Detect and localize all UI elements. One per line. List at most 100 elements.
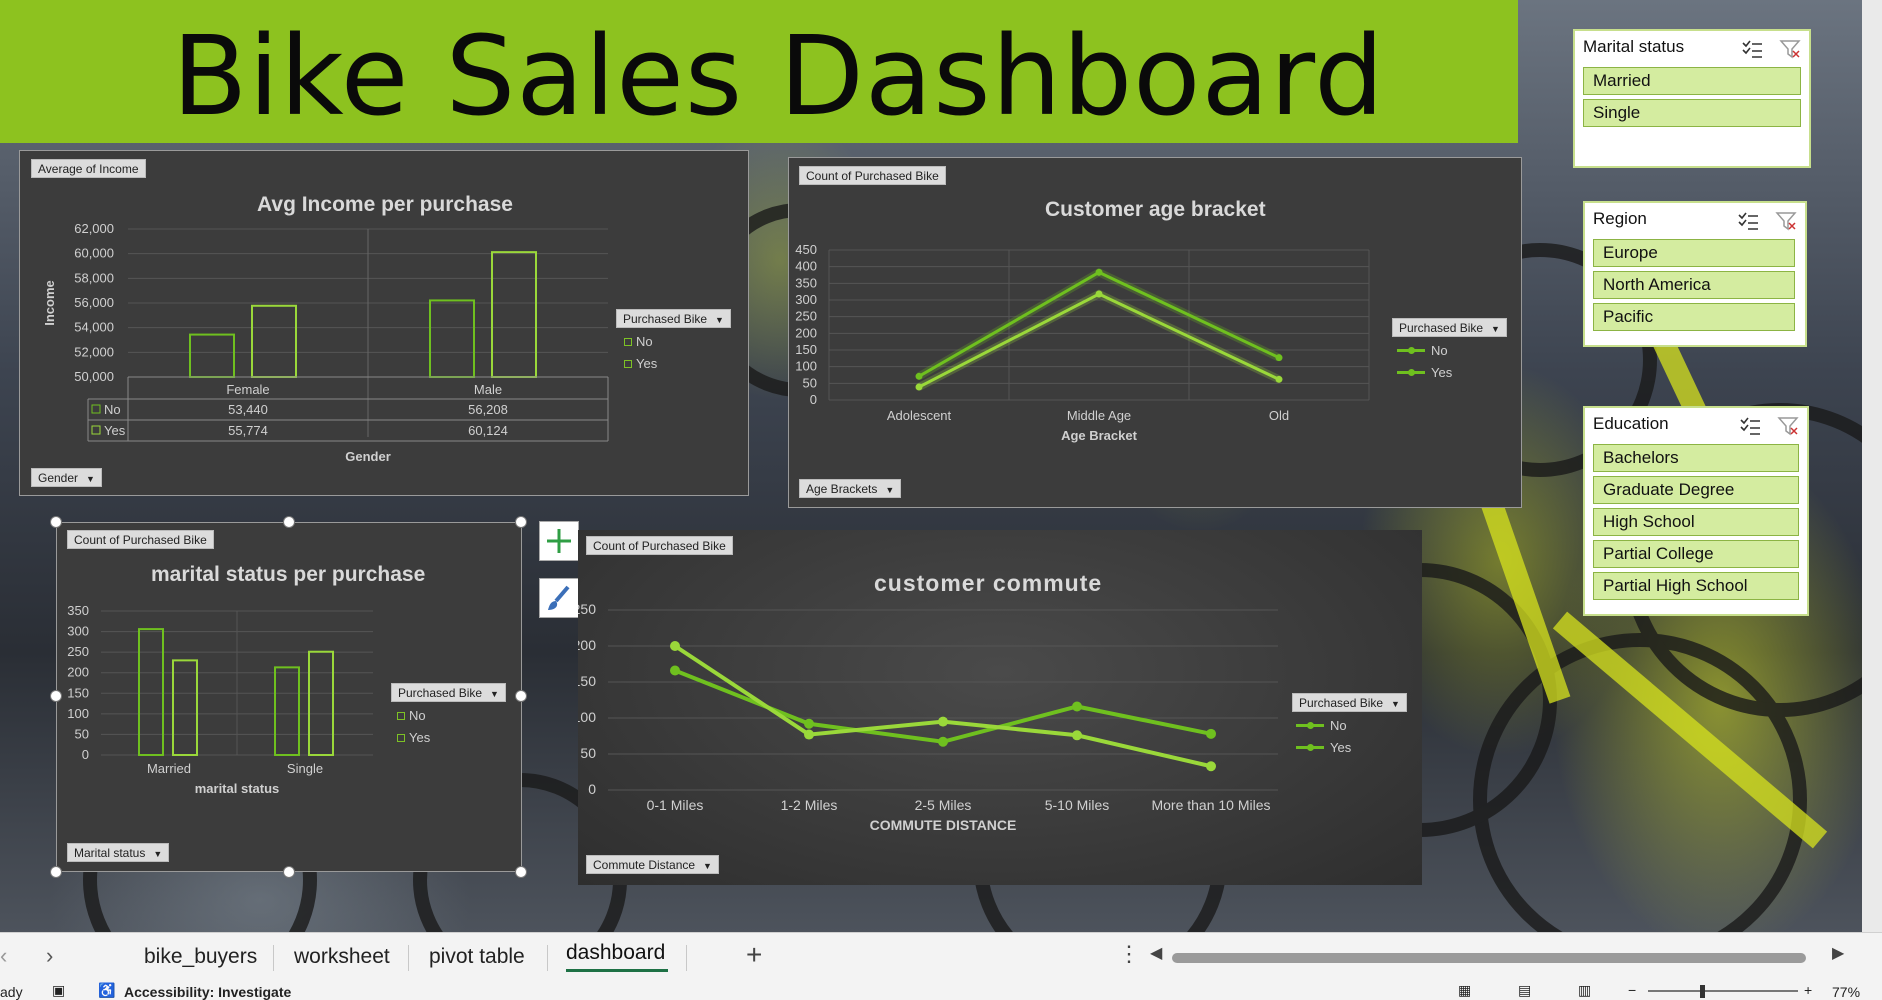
resize-handle[interactable]: [283, 866, 295, 878]
marital-status-slicer[interactable]: Marital status Married Single: [1573, 29, 1811, 168]
page-break-icon[interactable]: ▥: [1578, 982, 1591, 999]
y-tick-label: 60,000: [74, 246, 114, 261]
zoom-level[interactable]: 77%: [1832, 984, 1860, 1000]
purchased-bike-filter-button[interactable]: Purchased Bike ▼: [1292, 693, 1407, 712]
hscroll-right-icon[interactable]: ▶: [1832, 943, 1844, 963]
accessibility-icon[interactable]: ♿: [98, 982, 115, 999]
legend-item-yes: Yes: [1397, 365, 1452, 380]
field-label: Count of Purchased Bike: [74, 533, 207, 547]
slicer-item-europe[interactable]: Europe: [1593, 239, 1795, 267]
scroll-left-icon[interactable]: ‹: [0, 943, 7, 969]
active-tab-underline: [566, 969, 668, 972]
purchased-bike-filter-button[interactable]: Purchased Bike ▼: [616, 309, 731, 328]
count-of-purchased-bike-field-button[interactable]: Count of Purchased Bike: [799, 166, 946, 185]
legend-label: Yes: [1431, 365, 1453, 380]
normal-view-icon[interactable]: ▦: [1458, 982, 1471, 999]
zoom-slider[interactable]: [1648, 990, 1798, 992]
count-of-purchased-bike-field-button[interactable]: Count of Purchased Bike: [67, 530, 214, 549]
slicer-item-graduate-degree[interactable]: Graduate Degree: [1593, 476, 1799, 504]
slicer-item-single[interactable]: Single: [1583, 99, 1801, 127]
multi-select-icon[interactable]: [1739, 416, 1761, 436]
slicer-item-north-america[interactable]: North America: [1593, 271, 1795, 299]
bar: [308, 650, 334, 756]
x-tick-label: Adolescent: [887, 408, 952, 423]
slicer-item-bachelors[interactable]: Bachelors: [1593, 444, 1799, 472]
purchased-bike-filter-button[interactable]: Purchased Bike ▼: [1392, 318, 1507, 337]
clear-filter-icon[interactable]: [1779, 39, 1801, 59]
education-slicer[interactable]: Education Bachelors Graduate Degree High…: [1583, 406, 1809, 616]
commute-chart[interactable]: Count of Purchased Bike customer commute…: [578, 530, 1422, 885]
zoom-slider-thumb[interactable]: [1700, 985, 1705, 998]
slicer-item-married[interactable]: Married: [1583, 67, 1801, 95]
resize-handle[interactable]: [50, 690, 62, 702]
slicer-item-partial-college[interactable]: Partial College: [1593, 540, 1799, 568]
y-tick-label: 54,000: [74, 320, 114, 335]
add-sheet-icon[interactable]: +: [746, 939, 762, 971]
slicer-item-partial-high-school[interactable]: Partial High School: [1593, 572, 1799, 600]
field-label: Age Brackets: [806, 482, 878, 496]
slicer-item-pacific[interactable]: Pacific: [1593, 303, 1795, 331]
income-chart[interactable]: Average of Income Avg Income per purchas…: [19, 150, 749, 496]
commute-distance-field-button[interactable]: Commute Distance ▼: [586, 855, 719, 874]
chart-elements-button[interactable]: [539, 521, 579, 561]
average-of-income-field-button[interactable]: Average of Income: [31, 159, 146, 178]
multi-select-icon[interactable]: [1737, 211, 1759, 231]
tab-worksheet[interactable]: worksheet: [294, 945, 390, 969]
page-layout-icon[interactable]: ▤: [1518, 982, 1531, 999]
resize-handle[interactable]: [50, 866, 62, 878]
clear-filter-icon[interactable]: [1777, 416, 1799, 436]
dropdown-arrow-icon: ▼: [153, 849, 163, 859]
clear-filter-icon[interactable]: [1775, 211, 1797, 231]
data-point: [804, 718, 814, 729]
data-point: [938, 736, 948, 747]
resize-handle[interactable]: [515, 866, 527, 878]
horizontal-scrollbar[interactable]: [1172, 953, 1806, 963]
legend-swatch: [1296, 744, 1324, 751]
hscroll-left-icon[interactable]: ◀: [1150, 943, 1162, 963]
region-slicer[interactable]: Region Europe North America Pacific: [1583, 201, 1807, 347]
vertical-scrollbar[interactable]: [1862, 0, 1882, 932]
slicer-title: Region: [1593, 209, 1647, 228]
resize-handle[interactable]: [50, 516, 62, 528]
dropdown-arrow-icon: ▼: [703, 861, 712, 871]
data-point: [1072, 730, 1082, 741]
tab-dashboard[interactable]: dashboard: [566, 941, 665, 965]
data-point: [1206, 728, 1216, 739]
slicer-title: Education: [1593, 414, 1669, 433]
age-bracket-chart[interactable]: Count of Purchased Bike Customer age bra…: [788, 157, 1522, 508]
count-of-purchased-bike-field-button[interactable]: Count of Purchased Bike: [586, 536, 733, 555]
macro-icon[interactable]: ▣: [52, 982, 65, 999]
multi-select-icon[interactable]: [1741, 39, 1763, 59]
marital-status-chart[interactable]: Count of Purchased Bike marital status p…: [56, 522, 522, 872]
resize-handle[interactable]: [515, 690, 527, 702]
paintbrush-icon: [548, 585, 570, 610]
purchased-bike-filter-button[interactable]: Purchased Bike ▼: [391, 683, 506, 702]
zoom-in-icon[interactable]: +: [1804, 982, 1812, 998]
resize-handle[interactable]: [515, 516, 527, 528]
resize-handle[interactable]: [283, 516, 295, 528]
x-tick-label: More than 10 Miles: [1151, 797, 1270, 813]
tab-pivot-table[interactable]: pivot table: [429, 945, 525, 969]
age-brackets-field-button[interactable]: Age Brackets ▼: [799, 479, 902, 498]
table-cell: 60,124: [468, 423, 508, 438]
table-cell: 55,774: [228, 423, 268, 438]
marital-status-field-button[interactable]: Marital status ▼: [67, 843, 170, 862]
scroll-right-icon[interactable]: ›: [46, 943, 53, 969]
slicer-icons: [1737, 211, 1797, 231]
slicer-title: Marital status: [1583, 37, 1685, 56]
gender-field-button[interactable]: Gender ▼: [31, 468, 102, 487]
field-label: Purchased Bike: [1299, 696, 1384, 710]
more-options-icon[interactable]: ⋮: [1118, 941, 1140, 967]
x-tick-label: Female: [226, 382, 269, 397]
tab-bike-buyers[interactable]: bike_buyers: [144, 945, 257, 969]
x-tick-label: 0-1 Miles: [647, 797, 704, 813]
slicer-item-high-school[interactable]: High School: [1593, 508, 1799, 536]
chart-styles-button[interactable]: [539, 578, 579, 618]
data-point: [670, 641, 680, 651]
data-point: [1275, 354, 1283, 362]
zoom-out-icon[interactable]: −: [1628, 982, 1636, 998]
x-tick-label: 5-10 Miles: [1045, 797, 1110, 813]
dashboard-title: Bike Sales Dashboard: [172, 12, 1385, 140]
accessibility-status[interactable]: Accessibility: Investigate: [124, 984, 291, 1000]
field-label: Gender: [38, 471, 79, 485]
